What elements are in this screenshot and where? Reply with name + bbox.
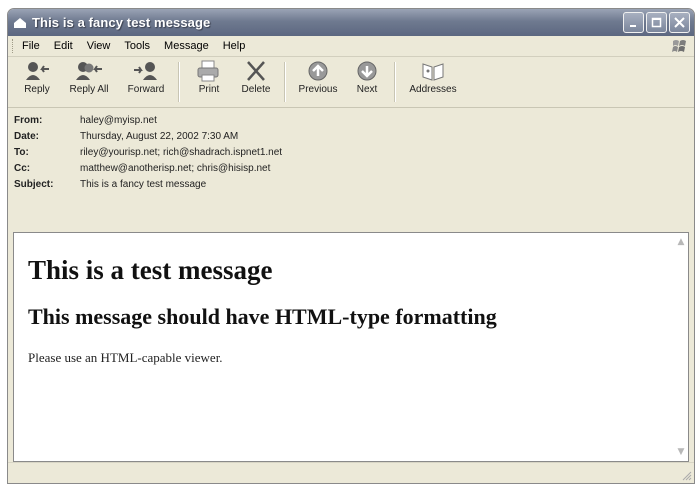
- status-bar: [8, 462, 694, 483]
- window-title: This is a fancy test message: [32, 15, 211, 30]
- delete-button[interactable]: Delete: [232, 60, 280, 95]
- header-subject: Subject: This is a fancy test message: [14, 176, 694, 192]
- toolbar: Reply Reply All Forward Print Delete Pre…: [8, 57, 694, 108]
- message-headers: From: haley@myisp.net Date: Thursday, Au…: [8, 108, 694, 194]
- toolbar-separator: [284, 62, 286, 102]
- header-to: To: riley@yourisp.net; rich@shadrach.isp…: [14, 144, 694, 160]
- menu-message[interactable]: Message: [164, 40, 209, 52]
- forward-button[interactable]: Forward: [118, 60, 174, 95]
- minimize-icon: [630, 25, 636, 27]
- header-from: From: haley@myisp.net: [14, 112, 694, 128]
- previous-icon: [308, 61, 328, 81]
- menu-tools[interactable]: Tools: [124, 40, 150, 52]
- title-bar[interactable]: This is a fancy test message: [8, 9, 694, 36]
- date-label: Date:: [14, 130, 40, 142]
- reply-icon: [26, 62, 49, 80]
- toolbar-separator: [394, 62, 396, 102]
- reply-button[interactable]: Reply: [14, 60, 60, 95]
- previous-button[interactable]: Previous: [292, 60, 344, 95]
- header-date: Date: Thursday, August 22, 2002 7:30 AM: [14, 128, 694, 144]
- cc-label: Cc:: [14, 162, 31, 174]
- subject-value: This is a fancy test message: [80, 178, 207, 190]
- subject-label: Subject:: [14, 178, 54, 190]
- close-button[interactable]: [669, 12, 690, 33]
- envelope-icon: [14, 17, 26, 28]
- menu-view[interactable]: View: [87, 40, 111, 52]
- to-value[interactable]: riley@yourisp.net; rich@shadrach.ispnet1…: [80, 147, 282, 158]
- message-heading-1: This is a test message: [28, 255, 273, 285]
- menu-file[interactable]: File: [22, 40, 40, 52]
- message-body[interactable]: This is a test message This message shou…: [13, 232, 689, 462]
- reply-all-icon: [76, 62, 102, 80]
- reply-all-button[interactable]: Reply All: [60, 60, 118, 95]
- delete-icon: [247, 61, 265, 81]
- addresses-icon: [422, 63, 444, 81]
- menu-edit[interactable]: Edit: [54, 40, 73, 52]
- print-icon: [197, 60, 219, 82]
- menu-grip[interactable]: [12, 39, 16, 53]
- close-icon: [674, 17, 685, 28]
- date-value: Thursday, August 22, 2002 7:30 AM: [80, 130, 239, 142]
- windows-logo-icon: [672, 40, 686, 52]
- header-cc: Cc: matthew@anotherisp.net; chris@hisisp…: [14, 160, 694, 176]
- maximize-icon: [651, 17, 662, 28]
- print-button[interactable]: Print: [186, 60, 232, 95]
- menu-bar: File Edit View Tools Message Help: [8, 36, 694, 57]
- addresses-button[interactable]: Addresses: [402, 60, 464, 95]
- toolbar-separator: [178, 62, 180, 102]
- scroll-down-icon[interactable]: ▼: [676, 447, 686, 457]
- maximize-button[interactable]: [646, 12, 667, 33]
- menu-help[interactable]: Help: [223, 40, 246, 52]
- forward-icon: [134, 62, 157, 80]
- minimize-button[interactable]: [623, 12, 644, 33]
- from-label: From:: [14, 114, 43, 126]
- message-paragraph: Please use an HTML-capable viewer.: [28, 350, 223, 365]
- to-label: To:: [14, 146, 29, 158]
- cc-value[interactable]: matthew@anotherisp.net; chris@hisisp.net: [80, 163, 270, 174]
- resize-grip-icon[interactable]: [682, 471, 692, 481]
- mail-window: This is a fancy test message File Edit V…: [7, 8, 695, 484]
- scroll-up-icon[interactable]: ▲: [676, 237, 686, 247]
- from-value[interactable]: haley@myisp.net: [80, 115, 157, 126]
- message-heading-2: This message should have HTML-type forma…: [28, 304, 497, 329]
- next-icon: [357, 61, 377, 81]
- next-button[interactable]: Next: [344, 60, 390, 95]
